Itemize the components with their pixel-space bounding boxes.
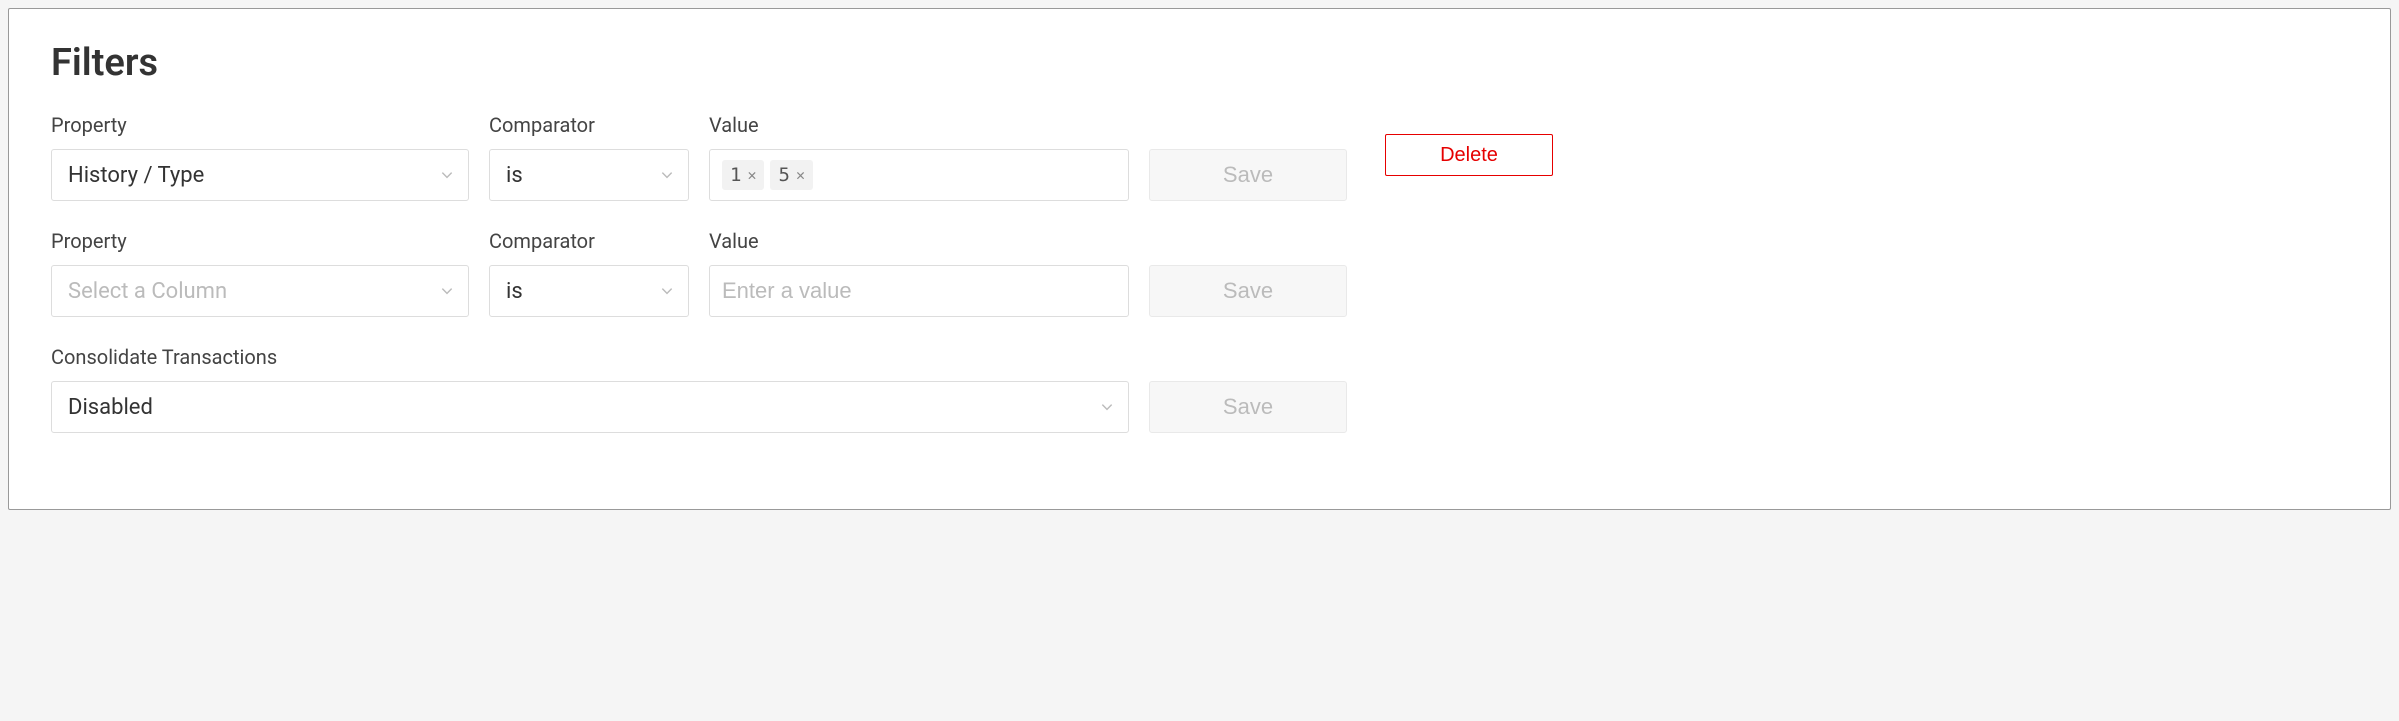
property-field: Property History / Type [51, 113, 469, 201]
comparator-field: Comparator is [489, 113, 689, 201]
comparator-select[interactable]: is [489, 265, 689, 317]
property-select[interactable]: Select a Column [51, 265, 469, 317]
value-tag: 1 ✕ [722, 160, 764, 190]
consolidate-select-value: Disabled [68, 395, 153, 420]
save-button[interactable]: Save [1149, 265, 1347, 317]
property-select-value: History / Type [68, 163, 204, 188]
value-input[interactable]: 1 ✕ 5 ✕ [709, 149, 1129, 201]
chevron-down-icon [660, 168, 674, 182]
value-label: Value [709, 113, 1129, 137]
value-tag: 5 ✕ [770, 160, 812, 190]
delete-button[interactable]: Delete [1385, 134, 1553, 176]
close-icon[interactable]: ✕ [796, 166, 805, 184]
chevron-down-icon [660, 284, 674, 298]
chevron-down-icon [440, 168, 454, 182]
comparator-label: Comparator [489, 113, 689, 137]
close-icon[interactable]: ✕ [747, 166, 756, 184]
filter-row: Property History / Type Comparator is Va… [51, 113, 2348, 201]
comparator-label: Comparator [489, 229, 689, 253]
value-tag-text: 5 [778, 164, 789, 186]
comparator-field: Comparator is [489, 229, 689, 317]
save-button[interactable]: Save [1149, 149, 1347, 201]
property-label: Property [51, 113, 469, 137]
property-field: Property Select a Column [51, 229, 469, 317]
property-select-placeholder: Select a Column [68, 279, 227, 304]
property-label: Property [51, 229, 469, 253]
filter-row: Property Select a Column Comparator is V… [51, 229, 2348, 317]
filters-panel: Filters Property History / Type Comparat… [8, 8, 2391, 510]
consolidate-label: Consolidate Transactions [51, 345, 1129, 369]
comparator-select-value: is [506, 279, 523, 304]
consolidate-select[interactable]: Disabled [51, 381, 1129, 433]
save-button[interactable]: Save [1149, 381, 1347, 433]
value-tag-text: 1 [730, 164, 741, 186]
value-field: Value [709, 229, 1129, 317]
property-select[interactable]: History / Type [51, 149, 469, 201]
consolidate-row: Consolidate Transactions Disabled Save [51, 345, 2348, 433]
value-input[interactable] [709, 265, 1129, 317]
value-field: Value 1 ✕ 5 ✕ [709, 113, 1129, 201]
value-label: Value [709, 229, 1129, 253]
page-title: Filters [51, 41, 2348, 85]
consolidate-field: Consolidate Transactions Disabled [51, 345, 1129, 433]
comparator-select-value: is [506, 163, 523, 188]
chevron-down-icon [440, 284, 454, 298]
chevron-down-icon [1100, 400, 1114, 414]
comparator-select[interactable]: is [489, 149, 689, 201]
